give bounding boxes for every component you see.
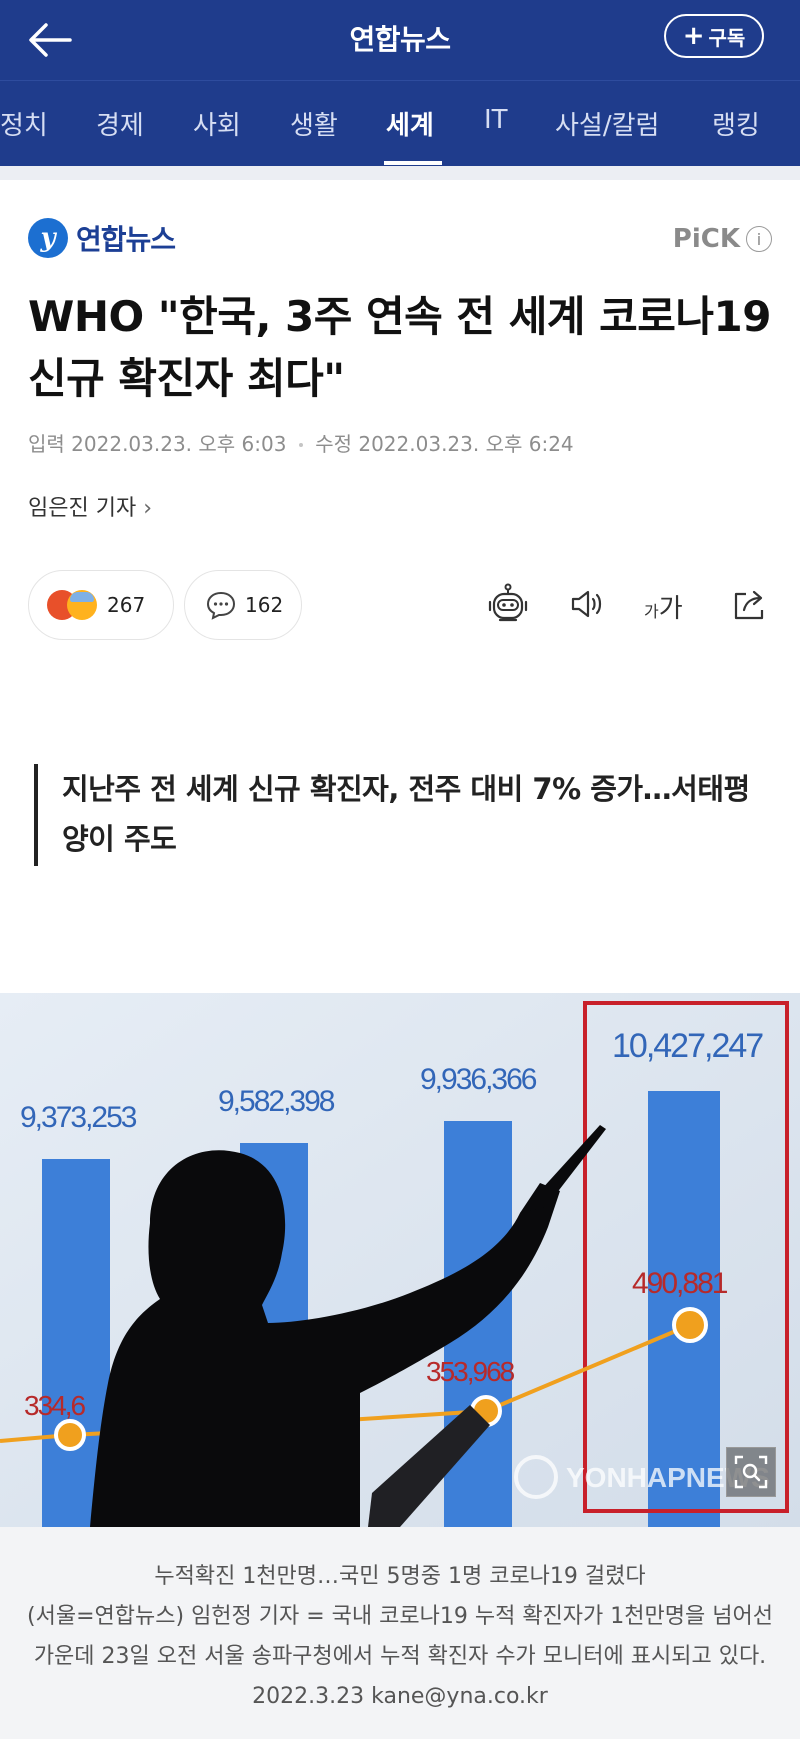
article-subtitle: 지난주 전 세계 신규 확진자, 전주 대비 7% 증가…서태평양이 주도	[62, 772, 750, 856]
photo-zoom-button[interactable]	[726, 1447, 776, 1497]
reporter-link[interactable]: 임은진 기자 ›	[28, 490, 152, 522]
pick-label: PiCK	[672, 224, 740, 254]
input-label: 입력	[28, 432, 65, 456]
input-time: 2022.03.23. 오후 6:03	[71, 432, 287, 456]
comment-count: 162	[245, 593, 284, 617]
subscribe-button[interactable]: + 구독	[664, 14, 764, 58]
photo-caption: 누적확진 1천만명…국민 5명중 1명 코로나19 걸렸다 (서울=연합뉴스) …	[0, 1527, 800, 1739]
active-tab-indicator	[384, 161, 442, 165]
pick-badge[interactable]: PiCK i	[673, 224, 772, 254]
share-icon	[734, 590, 764, 620]
tab-ranking[interactable]: 랭킹	[712, 105, 760, 142]
caption-body: (서울=연합뉴스) 임헌정 기자 = 국내 코로나19 누적 확진자가 1천만명…	[27, 1604, 773, 1709]
category-tabs: 정치 경제 사회 생활 세계 IT 사설/칼럼 랭킹	[0, 80, 800, 166]
meta-separator	[298, 443, 303, 447]
reaction-button[interactable]: 267	[28, 570, 174, 640]
comment-icon	[206, 591, 236, 620]
app-bar: 연합뉴스 + 구독	[0, 0, 800, 80]
bar-label-2: 9,582,398	[218, 1085, 335, 1118]
read-aloud-button[interactable]	[566, 582, 610, 626]
tab-world[interactable]: 세계	[386, 105, 434, 142]
bar-label-4: 10,427,247	[612, 1027, 763, 1065]
sad-emoji-icon	[67, 590, 97, 620]
divider	[0, 166, 800, 180]
modified-label: 수정	[315, 432, 352, 456]
press-logo[interactable]: y 연합뉴스	[28, 218, 176, 258]
reaction-count: 267	[107, 593, 146, 617]
font-size-large-label: 가	[658, 594, 683, 624]
comment-button[interactable]: 162	[184, 570, 302, 640]
font-size-small-label: 가	[644, 602, 659, 621]
tab-it[interactable]: IT	[484, 105, 508, 135]
trend-point-4	[672, 1307, 708, 1343]
subtitle-accent	[34, 764, 38, 866]
line-label-3: 490,881	[632, 1267, 728, 1300]
press-name: 연합뉴스	[76, 223, 176, 256]
zoom-icon	[734, 1455, 768, 1489]
bar-label-3: 9,936,366	[420, 1063, 537, 1096]
caption-title: 누적확진 1천만명…국민 5명중 1명 코로나19 걸렸다	[154, 1564, 646, 1589]
article-meta: 입력 2022.03.23. 오후 6:03 수정 2022.03.23. 오후…	[28, 428, 574, 457]
bar-label-1: 9,373,253	[20, 1101, 137, 1134]
trend-point-1	[54, 1419, 86, 1451]
article-title: WHO "한국, 3주 연속 전 세계 코로나19 신규 확진자 최다"	[28, 292, 771, 403]
tab-society[interactable]: 사회	[193, 105, 241, 142]
line-label-2: 353,968	[426, 1356, 515, 1387]
yonhap-logo-icon: y	[28, 218, 68, 258]
chevron-right-icon: ›	[143, 496, 153, 521]
tab-economy[interactable]: 경제	[96, 105, 144, 142]
line-label-1: 334,6	[24, 1390, 85, 1421]
tab-life[interactable]: 생활	[290, 105, 338, 142]
info-icon: i	[746, 226, 772, 252]
tab-editorial[interactable]: 사설/칼럼	[555, 105, 659, 142]
font-size-button[interactable]: 가가	[644, 588, 683, 625]
speaker-icon	[571, 590, 602, 618]
modified-time: 2022.03.23. 오후 6:24	[358, 432, 574, 456]
reporter-name: 임은진 기자	[28, 496, 137, 521]
robot-icon	[488, 583, 528, 622]
subscribe-label: 구독	[708, 25, 746, 50]
summary-bot-button[interactable]	[486, 582, 530, 626]
tab-politics[interactable]: 정치	[0, 105, 48, 142]
share-button[interactable]	[728, 582, 772, 626]
plus-icon: +	[682, 21, 705, 51]
article-photo[interactable]: 9,373,253 9,582,398 9,936,366 10,427,247…	[0, 993, 800, 1527]
photo-illustration: 9,373,253 9,582,398 9,936,366 10,427,247…	[0, 993, 800, 1527]
